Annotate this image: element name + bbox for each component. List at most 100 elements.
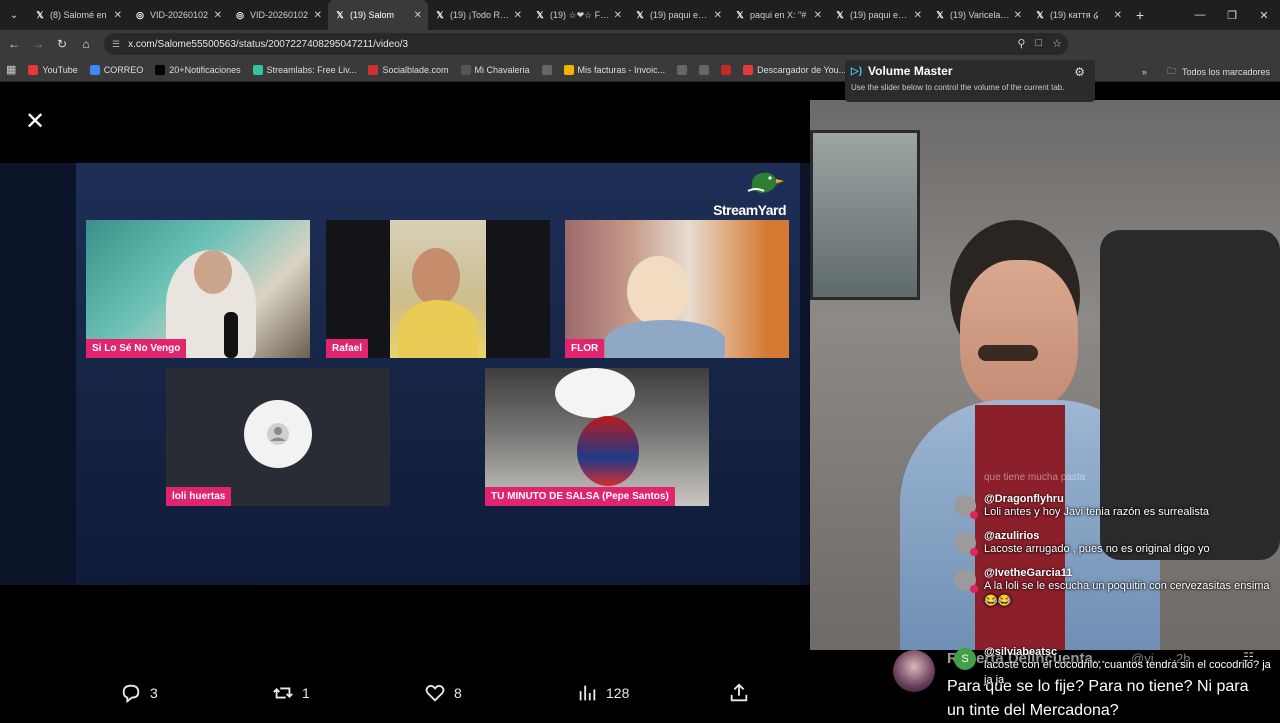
reload-icon[interactable]: ↻ [50,30,74,58]
new-tab-button[interactable]: + [1128,7,1152,23]
url-input[interactable]: ☰ x.com/Salome55500563/status/2007227408… [104,33,1068,55]
close-tab-icon[interactable]: ✕ [914,10,922,21]
home-icon[interactable]: ⌂ [74,30,98,58]
bookmark-favicon-icon [677,64,688,75]
tab-search-icon[interactable]: ⌄ [0,0,28,30]
globe-icon: ◎ [236,9,244,20]
bookmark-item[interactable]: CORREO [89,64,143,75]
bookmark-favicon-icon [460,64,471,75]
chat-text: Lacoste arrugado , pues no es original d… [984,543,1210,555]
share-button[interactable] [728,682,750,704]
browser-tab[interactable]: 𝕏 (8) Salomé en ✕ [28,0,128,30]
browser-tab[interactable]: ◎ VID-20260102 ✕ [128,0,228,30]
bookmark-item[interactable]: YouTube [28,64,78,75]
chat-message: @azulirios Lacoste arrugado , pues no es… [950,530,1275,557]
reply-button[interactable]: 3 [120,682,158,704]
browser-tab-bar: ⌄ 𝕏 (8) Salomé en ✕ ◎ VID-20260102 ✕ ◎ VID-2026… [0,0,1280,30]
browser-tab[interactable]: 𝕏 (19) Varicela en ✕ [928,0,1028,30]
chat-username: @Dragonflyhru [984,493,1064,505]
bookmark-favicon-icon [541,64,552,75]
participant-tile: TU MINUTO DE SALSA (Pepe Santos) [485,368,709,506]
media-viewer: ✕ ← StreamYard Si Lo Sé No Vengo [0,83,810,720]
repost-count: 1 [302,685,310,701]
close-tab-icon[interactable]: ✕ [214,10,222,21]
close-tab-icon[interactable]: ✕ [314,10,322,21]
tab-label: VID-20260102 [250,10,309,20]
bookmark-label: Streamlabs: Free Liv... [266,64,357,75]
chat-avatar [954,495,978,519]
install-icon[interactable]: □ [1035,37,1042,50]
browser-tab[interactable]: 𝕏 (19) ☆❤☆ Frie ✕ [528,0,628,30]
chat-username: @silviabeatsc [984,646,1058,658]
close-window-icon[interactable]: ✕ [1248,0,1280,30]
participant-name: Si Lo Sé No Vengo [86,339,187,358]
close-tab-icon[interactable]: ✕ [1114,10,1122,21]
bookmark-item[interactable]: 20+Notificaciones [155,64,241,75]
views-button[interactable]: 128 [576,682,629,704]
tab-label: (19) ¡Todo Real [450,10,510,20]
like-button[interactable]: 8 [424,682,462,704]
chat-text: lacoste con el cocodrilo, cuantos tendrá… [984,659,1271,686]
bookmark-item[interactable]: Mis facturas - Invoic... [563,64,665,75]
site-info-icon[interactable]: ☰ [112,39,120,50]
bookmark-favicon-icon [89,64,100,75]
bookmark-item[interactable]: Mi Chavaleria [460,64,530,75]
repost-icon [273,687,293,699]
bookmark-favicon-icon [743,64,754,75]
x-logo-icon: 𝕏 [36,9,44,20]
browser-tab[interactable]: 𝕏 (19) ¡Todo Real ✕ [428,0,528,30]
participant-tile: loli huertas [166,368,390,506]
chat-message: @IvetheGarcia11 A la loli se le escucha … [950,567,1275,609]
bookmark-label: 20+Notificaciones [169,64,241,75]
tab-label: (19) каття ໒ [1050,9,1099,20]
gear-icon[interactable]: ⚙ [1074,65,1085,79]
chat-avatar: S [954,648,976,670]
bookmarks-overflow-icon[interactable]: » [1142,67,1147,77]
bookmark-item[interactable]: Socialblade.com [368,64,449,75]
browser-tab[interactable]: 𝕏 (19) Salom ✕ [328,0,428,30]
close-tab-icon[interactable]: ✕ [814,10,822,21]
close-tab-icon[interactable]: ✕ [414,10,422,21]
close-viewer-button[interactable]: ✕ [22,109,48,135]
chat-text: Loli antes y hoy Javi tenia razón es sur… [984,506,1210,518]
avatar[interactable] [893,650,935,692]
browser-tab[interactable]: 𝕏paqui en X: "# ✕ [728,0,828,30]
participant-name: TU MINUTO DE SALSA (Pepe Santos) [485,487,675,506]
bookmark-favicon-icon [155,64,166,75]
close-tab-icon[interactable]: ✕ [1014,10,1022,21]
restore-icon[interactable]: ❐ [1216,0,1248,30]
bookmark-item[interactable]: Descargador de You... [743,64,846,75]
repost-button[interactable]: 1 [272,682,310,704]
browser-tab[interactable]: 𝕏 (19) каття ໒ ✕ [1028,0,1128,30]
popup-title: Volume Master [868,64,953,78]
bookmark-star-icon[interactable]: ☆ [1052,37,1062,50]
bookmark-favicon-icon [563,64,574,75]
bookmark-item[interactable] [721,64,732,75]
tab-label: (19) Varicela en [950,10,1010,20]
close-tab-icon[interactable]: ✕ [614,10,622,21]
close-tab-icon[interactable]: ✕ [114,10,122,21]
apps-grid-icon[interactable]: ▦ [6,63,16,76]
close-tab-icon[interactable]: ✕ [714,10,722,21]
video-player[interactable]: StreamYard Si Lo Sé No Vengo Rafael FLOR [0,163,810,585]
browser-tab[interactable]: ◎ VID-20260102 ✕ [228,0,328,30]
participant-name: Rafael [326,339,369,358]
bookmark-item[interactable]: Streamlabs: Free Liv... [252,64,357,75]
browser-tab[interactable]: 𝕏 (19) paqui en X ✕ [628,0,728,30]
back-icon[interactable]: ← [2,30,26,58]
all-bookmarks-link[interactable]: Todos los marcadores [1182,67,1270,77]
bookmark-item[interactable] [677,64,688,75]
url-text: x.com/Salome55500563/status/200722740829… [128,38,409,50]
chat-avatar [954,569,978,593]
zoom-icon[interactable]: ⚲ [1017,37,1025,50]
browser-tab[interactable]: 𝕏 (19) paqui en X ✕ [828,0,928,30]
forward-icon[interactable]: → [26,30,50,58]
views-chart-icon [579,685,596,701]
minimize-icon[interactable]: — [1184,0,1216,30]
streamyard-logo-text: StreamYard [713,202,786,218]
participant-tile: Si Lo Sé No Vengo [86,220,310,358]
bookmark-item[interactable] [541,64,552,75]
bookmark-item[interactable] [699,64,710,75]
close-tab-icon[interactable]: ✕ [514,10,522,21]
bookmark-label: Mi Chavaleria [474,64,530,75]
